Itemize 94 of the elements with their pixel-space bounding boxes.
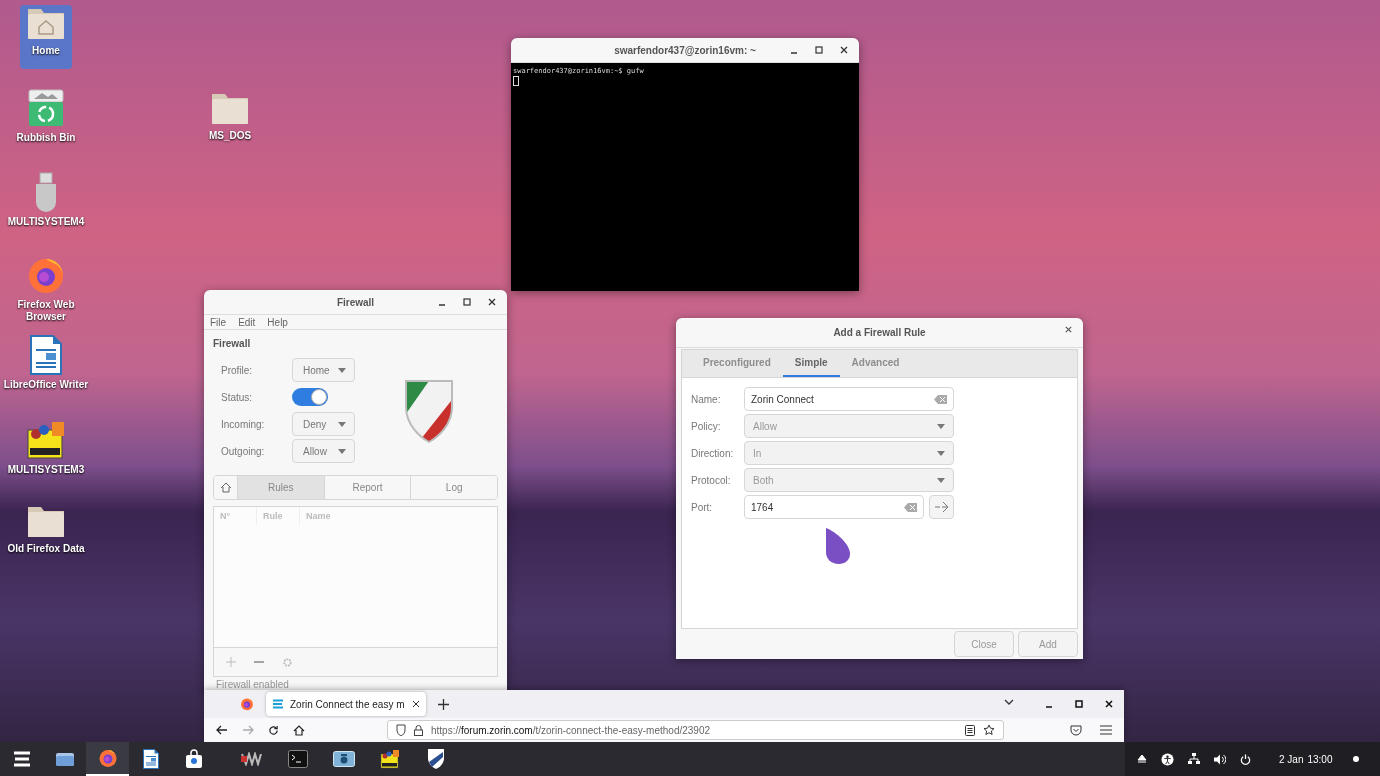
dropdown-arrow-icon <box>937 450 945 456</box>
shopping-bag-icon[interactable] <box>184 749 203 769</box>
time-text[interactable]: 13:00 <box>1307 753 1333 765</box>
pocket-icon[interactable] <box>1070 724 1082 736</box>
reader-view-icon[interactable] <box>965 724 975 736</box>
lock-icon[interactable] <box>414 724 423 736</box>
multisystem-icon <box>26 420 66 460</box>
terminal-icon[interactable] <box>288 750 308 768</box>
window-title: Firewall <box>336 296 375 308</box>
back-icon[interactable] <box>216 725 228 735</box>
chevron-down-icon[interactable] <box>1004 699 1014 706</box>
desktop-icon-label[interactable]: Firefox Web Browser <box>3 299 89 323</box>
close-icon[interactable] <box>1064 325 1073 334</box>
text-cursor <box>513 76 519 86</box>
taskbar-item[interactable] <box>86 742 129 776</box>
field-label: Outgoing: <box>221 445 266 457</box>
firefox-icon <box>240 697 254 711</box>
maximize-icon[interactable] <box>814 45 824 55</box>
desktop-icon-label[interactable]: MS_DOS <box>187 130 273 142</box>
camera-icon[interactable] <box>333 751 355 767</box>
menu-icon[interactable] <box>1100 724 1112 735</box>
menu-item[interactable]: Edit <box>238 316 256 328</box>
dropdown[interactable]: Deny <box>292 412 355 436</box>
close-icon[interactable] <box>487 297 497 307</box>
arrow-icon <box>934 501 949 513</box>
document-icon <box>30 335 62 375</box>
dropdown[interactable]: Both <box>744 468 954 492</box>
desktop-icon-label[interactable]: Home <box>3 45 89 57</box>
section-heading: Firewall <box>213 338 252 351</box>
field-label: Policy: <box>691 420 722 432</box>
recycle-bin-icon <box>26 88 66 128</box>
multisystem-icon <box>380 749 400 769</box>
dropdown-arrow-icon <box>337 367 346 373</box>
tab[interactable]: Log <box>410 476 497 499</box>
shield-icon[interactable] <box>427 748 445 770</box>
dialog-button[interactable]: Add <box>1018 631 1078 657</box>
window-title: Add a Firewall Rule <box>833 327 926 338</box>
close-icon[interactable] <box>1104 699 1114 709</box>
usb-drive-icon <box>34 172 58 212</box>
desktop-icon-label[interactable]: Old Firefox Data <box>3 543 89 555</box>
menu-item[interactable]: File <box>210 316 227 328</box>
close-icon[interactable] <box>839 45 849 55</box>
tab[interactable]: Rules <box>237 476 324 499</box>
dialog-button[interactable]: Close <box>954 631 1014 657</box>
desktop-icon-label[interactable]: LibreOffice Writer <box>3 379 89 391</box>
dropdown[interactable]: In <box>744 441 954 465</box>
star-icon[interactable] <box>983 724 995 736</box>
volume-icon[interactable] <box>1214 753 1226 765</box>
tab[interactable]: Preconfigured <box>691 350 783 377</box>
field-label: Profile: <box>221 364 254 376</box>
field-label: Port: <box>691 501 714 513</box>
dropdown-arrow-icon <box>337 448 346 454</box>
new-tab-icon[interactable] <box>438 698 449 710</box>
window-title: swarfendor437@zorin16vm: ~ <box>614 44 756 56</box>
network-icon[interactable] <box>1188 753 1200 765</box>
status-text: Firewall enabled <box>215 678 290 692</box>
power-icon[interactable] <box>1240 753 1251 765</box>
dropdown-arrow-icon <box>337 421 346 427</box>
virtual-machine-icon[interactable] <box>241 752 263 766</box>
input-field[interactable]: Zorin Connect <box>744 387 954 411</box>
maximize-icon[interactable] <box>462 297 472 307</box>
accessibility-icon[interactable] <box>1161 752 1174 766</box>
field-label: Status: <box>221 391 254 403</box>
tab[interactable]: Advanced <box>839 350 912 377</box>
home-icon[interactable] <box>293 724 305 736</box>
desktop-icon-label[interactable]: Rubbish Bin <box>3 132 89 144</box>
address-bar[interactable]: https://forum.zorin.com/t/zorin-connect-the-easy-method/23902 <box>387 720 1004 740</box>
desktop-icon-label[interactable]: MULTISYSTEM4 <box>3 216 89 228</box>
notification-dot[interactable] <box>1352 756 1359 762</box>
files-icon[interactable] <box>54 750 75 768</box>
field-label: Direction: <box>691 447 735 459</box>
dropdown-arrow-icon <box>937 477 945 483</box>
tab[interactable]: Simple <box>782 350 840 377</box>
document-icon <box>142 749 159 769</box>
shield-logo-icon <box>402 378 455 444</box>
browser-tab[interactable]: Zorin Connect the easy m <box>266 692 426 716</box>
menu-item[interactable]: Help <box>267 316 288 328</box>
field-label: Incoming: <box>221 418 266 430</box>
close-icon[interactable] <box>412 700 420 708</box>
desktop-icon-label[interactable]: MULTISYSTEM3 <box>3 464 89 476</box>
dropdown[interactable]: Allow <box>744 414 954 438</box>
home-icon <box>219 482 232 493</box>
field-label: Protocol: <box>691 474 732 486</box>
eject-icon[interactable] <box>1137 754 1147 764</box>
input-field[interactable]: 1764 <box>744 495 924 519</box>
dropdown[interactable]: Allow <box>292 439 355 463</box>
field-label: Name: <box>691 393 722 405</box>
dropdown[interactable]: Home <box>292 358 355 382</box>
dropdown-arrow-icon <box>937 423 945 429</box>
firefox-icon <box>97 748 118 768</box>
reload-icon[interactable] <box>268 724 279 736</box>
status-switch[interactable] <box>292 388 328 406</box>
date-text[interactable]: 2 Jan <box>1279 753 1304 765</box>
maximize-icon[interactable] <box>1074 699 1084 709</box>
